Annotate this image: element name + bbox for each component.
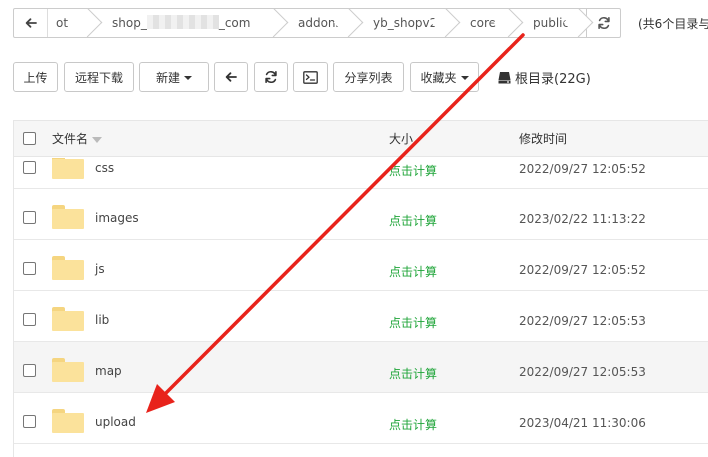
file-name[interactable]: images — [95, 211, 139, 225]
folder-icon — [52, 205, 84, 229]
refresh-button[interactable] — [254, 62, 288, 92]
file-table: 文件名 大小 修改时间 css 点击计算 2022/09/27 12:05:52… — [13, 120, 708, 457]
row-checkbox[interactable] — [23, 161, 36, 174]
upload-button[interactable]: 上传 — [13, 62, 58, 92]
table-row[interactable]: css 点击计算 2022/09/27 12:05:52 — [14, 158, 708, 189]
favorites-dropdown-button[interactable]: 收藏夹 — [410, 62, 479, 92]
row-checkbox[interactable] — [23, 415, 36, 428]
file-name[interactable]: map — [95, 364, 122, 378]
redacted-text — [146, 15, 219, 29]
modified-time: 2022/09/27 12:05:52 — [519, 162, 646, 176]
breadcrumb-item-public[interactable]: public — [513, 9, 583, 37]
remote-download-button[interactable]: 远程下载 — [64, 62, 134, 92]
row-checkbox[interactable] — [23, 262, 36, 275]
table-row[interactable]: lib 点击计算 2022/09/27 12:05:53 — [14, 291, 708, 342]
terminal-icon — [303, 70, 318, 84]
folder-icon — [52, 409, 84, 433]
drive-icon — [498, 72, 511, 84]
column-header-name[interactable]: 文件名 — [52, 121, 103, 157]
path-back-button[interactable] — [14, 9, 48, 37]
file-name[interactable]: upload — [95, 415, 136, 429]
row-checkbox[interactable] — [23, 364, 36, 377]
modified-time: 2023/04/21 11:30:06 — [519, 416, 646, 430]
refresh-icon — [597, 16, 610, 30]
folder-icon — [52, 358, 84, 382]
table-body: css 点击计算 2022/09/27 12:05:52 images 点击计算… — [14, 158, 708, 457]
column-header-modified[interactable]: 修改时间 — [519, 121, 567, 157]
file-name[interactable]: js — [95, 262, 105, 276]
breadcrumb-item-yb-shopv2[interactable]: yb_shopv2 — [353, 9, 450, 37]
terminal-button[interactable] — [293, 62, 328, 92]
directory-count-text: (共6个目录与 — [638, 17, 708, 31]
table-row[interactable]: images 点击计算 2023/02/22 11:13:22 — [14, 189, 708, 240]
size-calc-link[interactable]: 点击计算 — [389, 212, 437, 229]
size-calc-link[interactable]: 点击计算 — [389, 365, 437, 382]
path-breadcrumb-bar: ot shop_ _com addons yb_shopv2 core publi… — [13, 8, 621, 38]
column-header-size[interactable]: 大小 — [389, 121, 413, 157]
breadcrumb-item-addons[interactable]: addons — [278, 9, 353, 37]
size-calc-link[interactable]: 点击计算 — [389, 263, 437, 280]
share-list-button[interactable]: 分享列表 — [333, 62, 404, 92]
table-row[interactable]: map 点击计算 2022/09/27 12:05:53 — [14, 342, 708, 393]
chevron-down-icon — [184, 76, 192, 80]
table-row[interactable]: js 点击计算 2022/09/27 12:05:52 — [14, 240, 708, 291]
table-row[interactable]: upload 点击计算 2023/04/21 11:30:06 — [14, 393, 708, 444]
size-calc-link[interactable]: 点击计算 — [389, 314, 437, 331]
file-name[interactable]: css — [95, 161, 114, 175]
file-name[interactable]: lib — [95, 313, 109, 327]
breadcrumb-item-ot[interactable]: ot — [48, 9, 92, 37]
chevron-down-icon — [460, 76, 469, 80]
modified-time: 2022/09/27 12:05:52 — [519, 263, 646, 277]
sort-caret-icon — [92, 136, 103, 143]
refresh-icon — [265, 70, 277, 84]
row-checkbox[interactable] — [23, 313, 36, 326]
folder-icon — [52, 158, 84, 179]
breadcrumb-item-shop-domain[interactable]: shop_ _com — [92, 9, 278, 37]
folder-icon — [52, 307, 84, 331]
new-dropdown-button[interactable]: 新建 — [139, 62, 209, 92]
modified-time: 2022/09/27 12:05:53 — [519, 314, 646, 328]
select-all-checkbox[interactable] — [23, 132, 36, 145]
root-directory-label: 根目录(22G) — [515, 72, 591, 87]
folder-icon — [52, 256, 84, 280]
back-arrow-icon — [225, 72, 237, 82]
back-arrow-icon — [25, 18, 37, 28]
root-directory-disk[interactable]: 根目录(22G) — [498, 68, 591, 87]
back-button[interactable] — [214, 62, 248, 92]
size-calc-link[interactable]: 点击计算 — [389, 416, 437, 433]
breadcrumb: ot shop_ _com addons yb_shopv2 core publi… — [48, 9, 586, 37]
size-calc-link[interactable]: 点击计算 — [389, 162, 437, 179]
modified-time: 2023/02/22 11:13:22 — [519, 212, 646, 226]
table-header: 文件名 大小 修改时间 — [14, 121, 708, 157]
modified-time: 2022/09/27 12:05:53 — [519, 365, 646, 379]
row-checkbox[interactable] — [23, 211, 36, 224]
